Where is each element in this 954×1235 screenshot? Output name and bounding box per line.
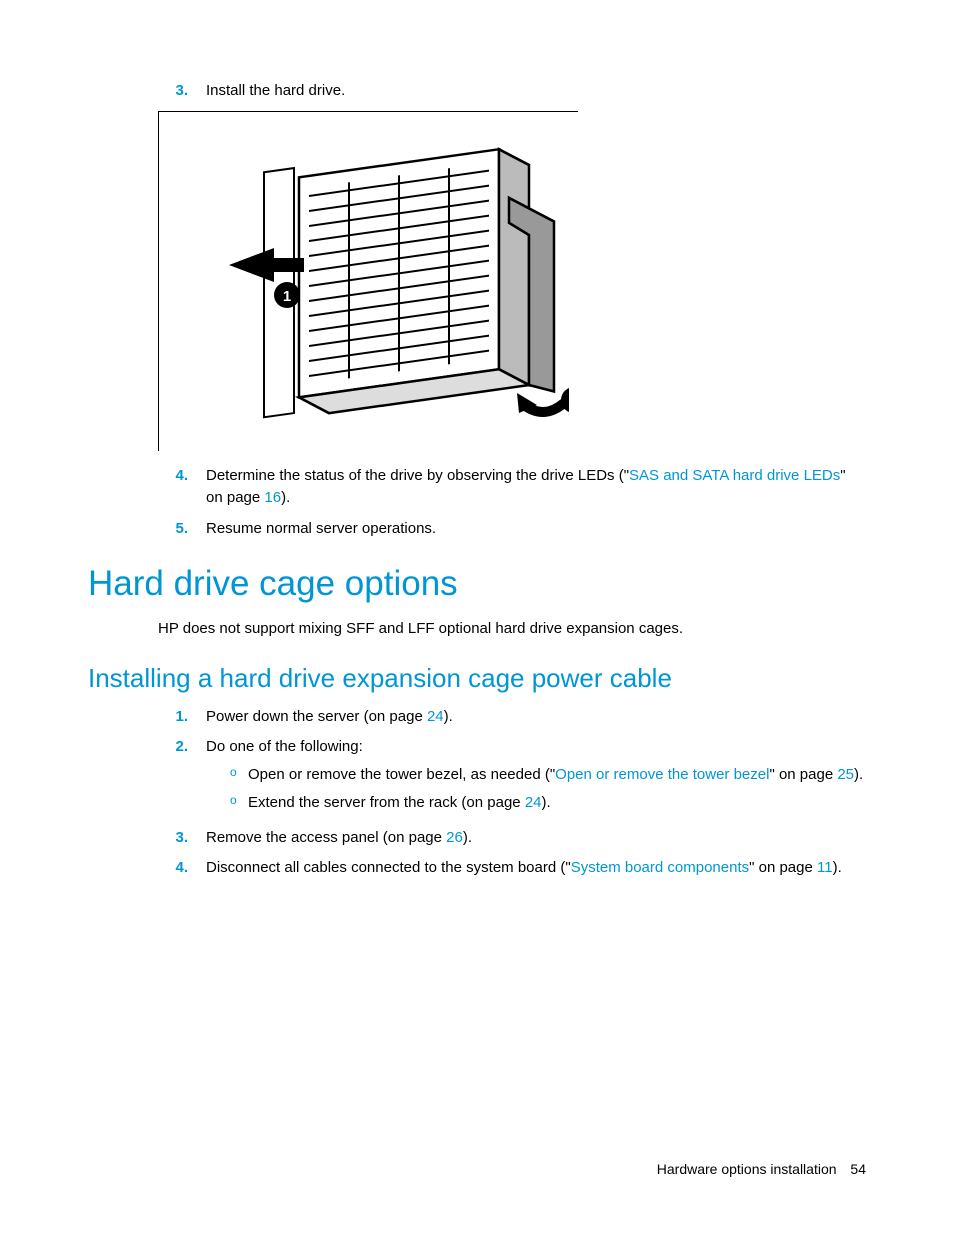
text: Do one of the following: xyxy=(206,738,363,755)
bstep-2: 2. Do one of the following: o Open or re… xyxy=(158,736,866,819)
link-tower-bezel[interactable]: Open or remove the tower bezel xyxy=(555,766,769,783)
text: Extend the server from the rack (on page xyxy=(248,794,525,811)
step-text: Power down the server (on page 24). xyxy=(206,706,866,729)
step-text: Install the hard drive. xyxy=(206,80,866,103)
page-ref[interactable]: 24 xyxy=(525,794,542,811)
step-number: 4. xyxy=(158,465,188,510)
substep-a: o Open or remove the tower bezel, as nee… xyxy=(230,763,866,787)
bullet: o xyxy=(230,763,248,787)
hard-drive-illustration: 1 2 xyxy=(158,111,578,451)
substep-text: Open or remove the tower bezel, as neede… xyxy=(248,763,863,787)
bstep-3: 3. Remove the access panel (on page 26). xyxy=(158,827,866,850)
page-footer: Hardware options installation 54 xyxy=(657,1161,866,1177)
page-ref[interactable]: 16 xyxy=(264,489,281,506)
link-system-board[interactable]: System board components xyxy=(571,859,749,876)
step-text: Disconnect all cables connected to the s… xyxy=(206,857,866,880)
step-text: Determine the status of the drive by obs… xyxy=(206,465,866,510)
text: ). xyxy=(281,489,290,506)
step-number: 5. xyxy=(158,518,188,541)
body-text: HP does not support mixing SFF and LFF o… xyxy=(158,618,866,641)
step-number: 3. xyxy=(158,80,188,103)
text: " on page xyxy=(749,859,817,876)
footer-section: Hardware options installation xyxy=(657,1161,837,1177)
bullet: o xyxy=(230,791,248,815)
text: Disconnect all cables connected to the s… xyxy=(206,859,571,876)
heading-hard-drive-cage-options: Hard drive cage options xyxy=(88,564,866,604)
bstep-1: 1. Power down the server (on page 24). xyxy=(158,706,866,729)
step-number: 2. xyxy=(158,736,188,819)
substep-text: Extend the server from the rack (on page… xyxy=(248,791,551,815)
text: ). xyxy=(463,829,472,846)
text: Remove the access panel (on page xyxy=(206,829,446,846)
text: ). xyxy=(854,766,863,783)
footer-page: 54 xyxy=(850,1161,866,1177)
text: Determine the status of the drive by obs… xyxy=(206,467,629,484)
heading-installing-expansion-cable: Installing a hard drive expansion cage p… xyxy=(88,663,866,694)
page-ref[interactable]: 26 xyxy=(446,829,463,846)
step-5: 5. Resume normal server operations. xyxy=(158,518,866,541)
text: Power down the server (on page xyxy=(206,708,427,725)
text: ). xyxy=(444,708,453,725)
bstep-4: 4. Disconnect all cables connected to th… xyxy=(158,857,866,880)
page-ref[interactable]: 25 xyxy=(837,766,854,783)
step-number: 3. xyxy=(158,827,188,850)
page-ref[interactable]: 11 xyxy=(817,859,833,876)
text: ). xyxy=(542,794,551,811)
link-sas-sata-leds[interactable]: SAS and SATA hard drive LEDs xyxy=(629,467,840,484)
substep-b: o Extend the server from the rack (on pa… xyxy=(230,791,866,815)
step-3: 3. Install the hard drive. xyxy=(158,80,866,103)
svg-text:1: 1 xyxy=(283,288,291,305)
step-number: 1. xyxy=(158,706,188,729)
step-text: Resume normal server operations. xyxy=(206,518,866,541)
text: " on page xyxy=(769,766,837,783)
step-number: 4. xyxy=(158,857,188,880)
page-content: 3. Install the hard drive. xyxy=(88,80,866,880)
step-4: 4. Determine the status of the drive by … xyxy=(158,465,866,510)
step-text: Remove the access panel (on page 26). xyxy=(206,827,866,850)
step-text: Do one of the following: o Open or remov… xyxy=(206,736,866,819)
text: Open or remove the tower bezel, as neede… xyxy=(248,766,555,783)
page-ref[interactable]: 24 xyxy=(427,708,444,725)
drive-svg: 1 2 xyxy=(209,130,569,430)
text: ). xyxy=(833,859,842,876)
